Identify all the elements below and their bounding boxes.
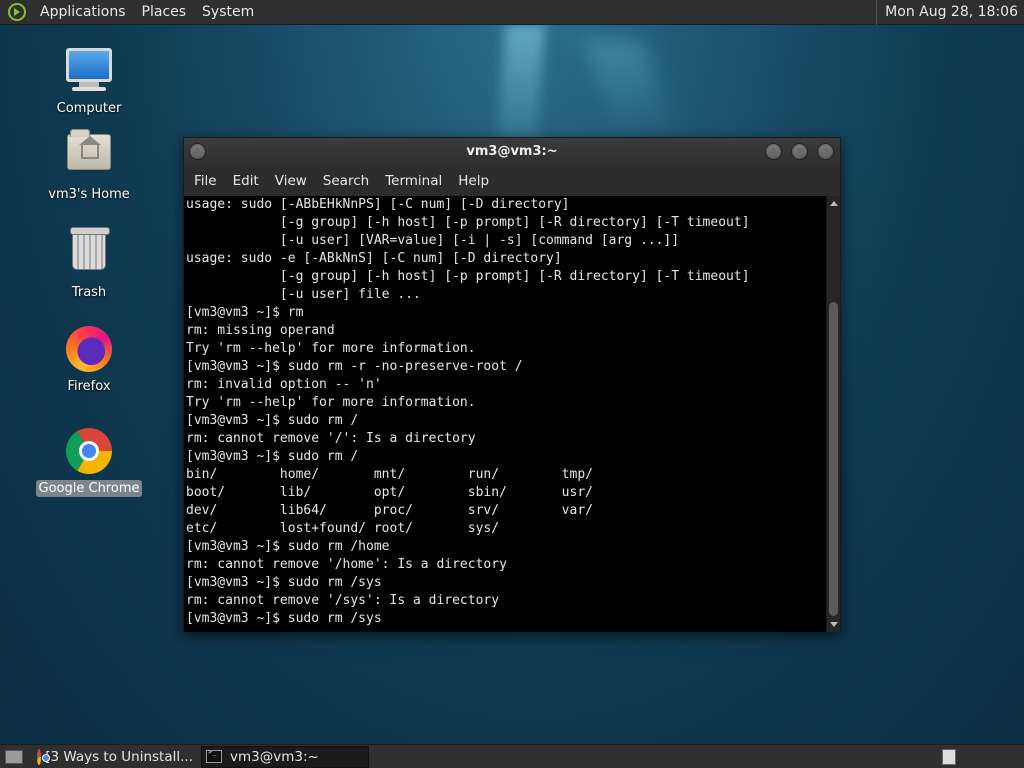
menu-terminal[interactable]: Terminal (377, 166, 450, 196)
desktop-icon-label: Google Chrome (35, 480, 143, 497)
distro-logo-icon[interactable] (8, 3, 26, 21)
menu-view[interactable]: View (267, 166, 315, 196)
show-desktop-icon[interactable] (5, 749, 23, 764)
menu-search[interactable]: Search (315, 166, 377, 196)
terminal-line: usage: sudo [-ABbEHkNnPS] [-C num] [-D d… (186, 197, 570, 212)
terminal-line: dev/ lib64/ proc/ srv/ var/ (186, 503, 593, 518)
desktop-icon-firefox[interactable]: Firefox (34, 326, 144, 395)
menu-places[interactable]: Places (134, 0, 195, 25)
clock[interactable]: Mon Aug 28, 18:06 (876, 0, 1024, 25)
terminal-line: usage: sudo -e [-ABkNnS] [-C num] [-D di… (186, 251, 562, 266)
terminal-line: [-g group] [-h host] [-p prompt] [-R dir… (186, 269, 750, 284)
scrollbar-thumb[interactable] (829, 302, 838, 616)
scroll-up-icon[interactable] (830, 201, 838, 206)
terminal-line: rm: missing operand (186, 323, 335, 338)
terminal-line: rm: cannot remove '/home': Is a director… (186, 557, 507, 572)
workspace-switcher-icon[interactable] (942, 748, 956, 765)
home-folder-icon (65, 129, 113, 182)
terminal-output[interactable]: usage: sudo [-ABbEHkNnPS] [-C num] [-D d… (184, 196, 828, 632)
desktop-icon-label: vm3's Home (48, 187, 130, 202)
desktop-icon-label: Trash (71, 285, 107, 300)
terminal-line: [vm3@vm3 ~]$ sudo rm /sys (186, 575, 382, 590)
minimize-icon[interactable] (765, 143, 782, 160)
chrome-icon (37, 748, 51, 765)
terminal-line: boot/ lib/ opt/ sbin/ usr/ (186, 485, 593, 500)
terminal-line: rm: cannot remove '/sys': Is a directory (186, 593, 500, 608)
desktop-icon-label: Firefox (67, 379, 111, 394)
desktop-icon-home[interactable]: vm3's Home (34, 126, 144, 203)
terminal-window: vm3@vm3:~ File Edit View Search Terminal… (183, 137, 841, 632)
desktop-icon-label: Computer (56, 101, 122, 116)
close-icon[interactable] (817, 143, 834, 160)
terminal-line: [-u user] file ... (186, 287, 421, 302)
terminal-line: [vm3@vm3 ~]$ rm (186, 305, 304, 320)
terminal-line: [-g group] [-h host] [-p prompt] [-R dir… (186, 215, 750, 230)
terminal-line: rm: invalid option -- 'n' (186, 377, 382, 392)
desktop-icon-trash[interactable]: Trash (34, 226, 144, 301)
top-panel: Applications Places System Mon Aug 28, 1… (0, 0, 1024, 25)
terminal-line: [-u user] [VAR=value] [-i | -s] [command… (186, 233, 680, 248)
terminal-line: [vm3@vm3 ~]$ sudo rm / (186, 413, 359, 428)
taskbar-item-label: [3 Ways to Uninstall... (45, 748, 193, 765)
terminal-line: rm: cannot remove '/': Is a directory (186, 431, 476, 446)
firefox-icon (65, 326, 113, 374)
terminal-prompt-line: [vm3@vm3 ~]$ sudo rm /sys (186, 611, 382, 626)
scroll-down-icon[interactable] (830, 622, 838, 627)
terminal-line: etc/ lost+found/ root/ sys/ (186, 521, 500, 536)
menu-help[interactable]: Help (450, 166, 497, 196)
computer-icon (65, 48, 113, 96)
window-title: vm3@vm3:~ (466, 144, 558, 159)
taskbar-item-chrome[interactable]: [3 Ways to Uninstall... (37, 746, 199, 768)
maximize-icon[interactable] (791, 143, 808, 160)
chrome-icon (65, 428, 113, 476)
terminal-line: [vm3@vm3 ~]$ sudo rm -r -no-preserve-roo… (186, 359, 523, 374)
wallpaper-light-ray (583, 40, 677, 140)
menu-system[interactable]: System (194, 0, 262, 25)
menu-edit[interactable]: Edit (225, 166, 267, 196)
terminal-line: Try 'rm --help' for more information. (186, 341, 476, 356)
desktop-icon-computer[interactable]: Computer (34, 44, 144, 117)
desktop-icon-chrome[interactable]: Google Chrome (34, 428, 144, 497)
bottom-panel: [3 Ways to Uninstall... vm3@vm3:~ (0, 744, 1024, 768)
terminal-line: [vm3@vm3 ~]$ sudo rm / (186, 449, 359, 464)
menu-applications[interactable]: Applications (32, 0, 134, 25)
terminal-line: Try 'rm --help' for more information. (186, 395, 476, 410)
terminal-scrollbar[interactable] (826, 196, 840, 632)
terminal-line: bin/ home/ mnt/ run/ tmp/ (186, 467, 593, 482)
terminal-menubar: File Edit View Search Terminal Help (184, 166, 840, 196)
taskbar-item-label: vm3@vm3:~ (230, 748, 319, 765)
terminal-icon (206, 748, 222, 763)
trash-icon (65, 227, 113, 280)
window-titlebar[interactable]: vm3@vm3:~ (184, 138, 840, 166)
menu-file[interactable]: File (186, 166, 225, 196)
terminal-line: [vm3@vm3 ~]$ sudo rm /home (186, 539, 390, 554)
taskbar-item-terminal[interactable]: vm3@vm3:~ (201, 745, 369, 768)
window-menu-icon[interactable] (189, 143, 206, 160)
